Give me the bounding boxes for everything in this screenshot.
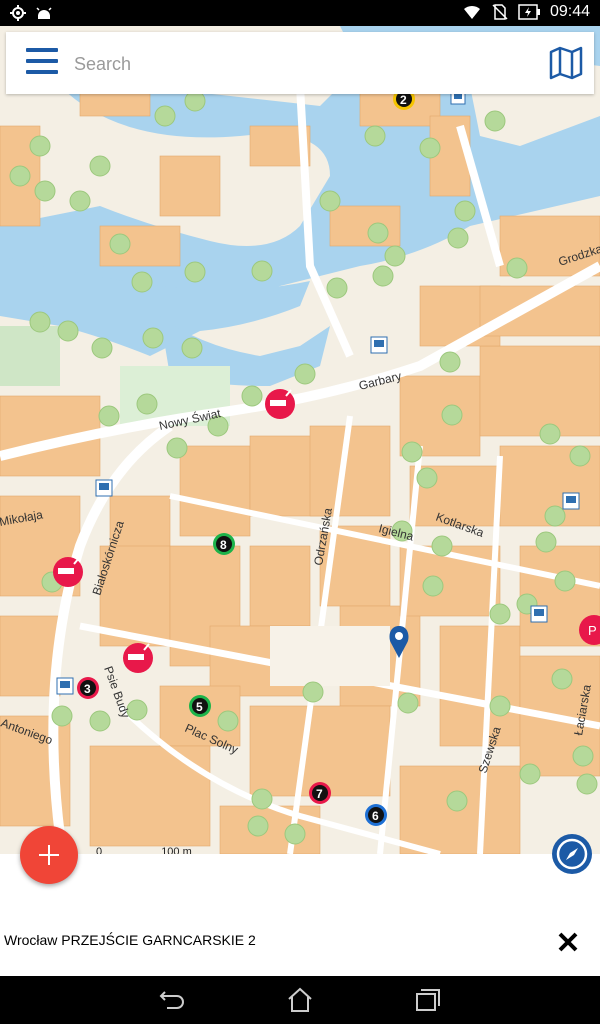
map-view-button[interactable] [548,46,584,80]
search-input[interactable] [72,44,516,84]
bus-stop-icon[interactable] [370,336,388,354]
park-area [0,326,60,386]
numbered-marker[interactable]: 8 [213,533,235,555]
hamburger-menu-button[interactable] [26,48,58,78]
svg-text:5: 5 [196,700,203,714]
status-time: 09:44 [549,3,590,20]
bottom-panel: Wrocław PRZEJŚCIE GARNCARSKIE 2 [0,854,600,976]
svg-text:7: 7 [316,787,323,801]
compass-icon [556,838,588,870]
folded-map-icon [549,46,583,80]
svg-text:6: 6 [372,809,379,823]
close-icon [558,932,578,952]
wifi-icon [463,5,480,19]
bus-stop-icon[interactable] [562,492,580,510]
gps-icon [10,5,26,21]
numbered-marker[interactable]: 6 [365,804,387,826]
home-button[interactable] [285,986,315,1014]
no-sim-icon [492,4,508,20]
map-canvas[interactable]: Nowy Świat Garbary Białoskórnicza Odrzań… [0,26,600,854]
numbered-marker[interactable]: 5 [189,695,211,717]
svg-text:8: 8 [220,538,227,552]
svg-text:3: 3 [84,682,91,696]
tow-truck-icon[interactable] [53,557,83,587]
scale-end-label: 100 m [161,846,192,854]
add-button[interactable] [20,826,78,884]
close-button[interactable] [556,930,580,954]
android-debug-icon [36,7,52,19]
plaza [270,626,390,686]
bus-stop-icon[interactable] [56,677,74,695]
tow-truck-icon[interactable] [123,643,153,673]
search-bar [6,32,594,94]
numbered-marker[interactable]: 3 [77,677,99,699]
back-button[interactable] [157,986,187,1014]
recent-apps-icon [416,989,440,1011]
tow-truck-icon[interactable] [265,389,295,419]
map-scale: 0 100 m [96,846,192,854]
status-bar: 09:44 [0,0,600,26]
scale-zero-label: 0 [96,846,103,854]
svg-text:2: 2 [400,93,407,107]
bus-stop-icon[interactable] [530,605,548,623]
numbered-marker[interactable]: 7 [309,782,331,804]
system-navigation-bar [0,976,600,1024]
back-arrow-icon [159,991,184,1009]
recent-apps-button[interactable] [413,986,443,1014]
bus-stop-icon[interactable] [95,479,113,497]
svg-text:P: P [588,623,597,638]
selected-address: Wrocław PRZEJŚCIE GARNCARSKIE 2 [4,932,256,948]
home-icon [288,987,312,1012]
map-view[interactable]: Nowy Świat Garbary Białoskórnicza Odrzań… [0,26,600,854]
compass-button[interactable] [552,834,592,874]
battery-charging-icon [518,4,540,20]
